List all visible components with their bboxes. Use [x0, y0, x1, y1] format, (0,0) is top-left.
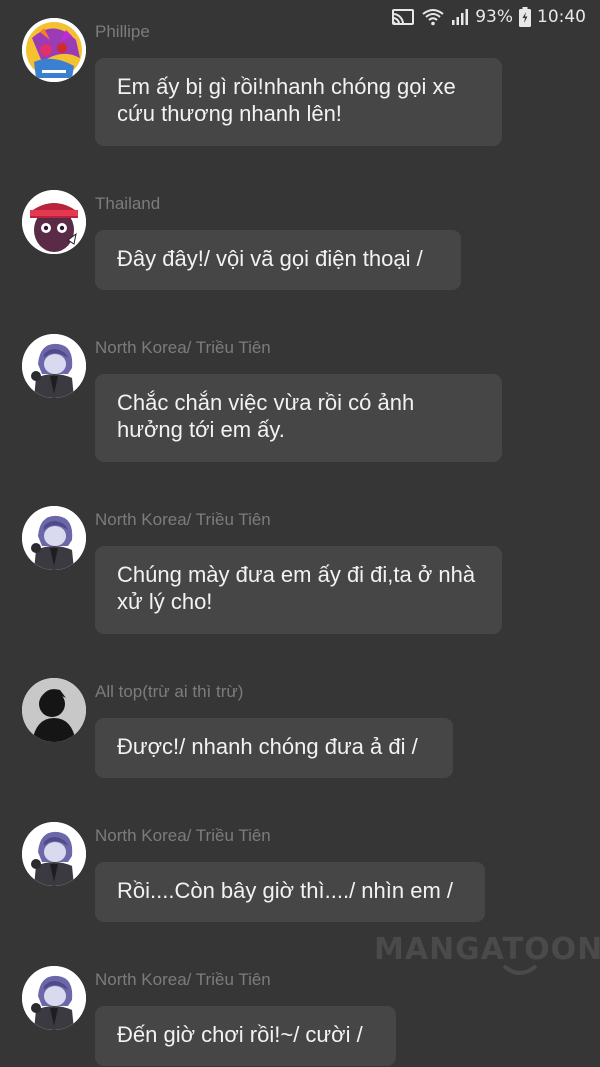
clock: 10:40: [537, 7, 586, 27]
battery-icon: [519, 7, 531, 27]
north-korea-avatar[interactable]: [22, 506, 86, 570]
message-bubble: Em ấy bị gì rồi!nhanh chóng gọi xe cứu t…: [95, 58, 502, 146]
signal-icon: [451, 8, 469, 26]
battery-percent: 93%: [475, 7, 513, 27]
message-bubble: Chắc chắn việc vừa rồi có ảnh hưởng tới …: [95, 374, 502, 462]
north-korea-avatar[interactable]: [22, 334, 86, 398]
phillipe-avatar[interactable]: [22, 18, 86, 82]
sender-name: All top(trừ ai thì trừ): [95, 682, 244, 701]
message-bubble: Được!/ nhanh chóng đưa ả đi /: [95, 718, 453, 778]
wifi-icon: [421, 8, 445, 26]
sender-name: Thailand: [95, 194, 161, 213]
watermark-smile-icon: [502, 964, 538, 975]
sender-name: North Korea/ Triều Tiên: [95, 338, 271, 357]
sender-name: North Korea/ Triều Tiên: [95, 826, 271, 845]
sender-name: North Korea/ Triều Tiên: [95, 510, 271, 529]
mangatoon-watermark: MANGATOON: [374, 932, 600, 967]
message-bubble: Chúng mày đưa em ấy đi đi,ta ở nhà xử lý…: [95, 546, 502, 634]
message-bubble: Rồi....Còn bây giờ thì..../ nhìn em /: [95, 862, 485, 922]
status-bar: 93% 10:40: [0, 0, 600, 36]
north-korea-avatar[interactable]: [22, 822, 86, 886]
sender-name: North Korea/ Triều Tiên: [95, 970, 271, 989]
silhouette-avatar[interactable]: [22, 678, 86, 742]
north-korea-avatar[interactable]: [22, 966, 86, 1030]
screen-mirror-icon: [391, 8, 415, 26]
message-bubble: Đây đây!/ vội vã gọi điện thoại /: [95, 230, 461, 290]
sender-name: Phillipe: [95, 22, 150, 41]
message-bubble: Đến giờ chơi rồi!~/ cười /: [95, 1006, 396, 1066]
status-right: 93% 10:40: [391, 7, 586, 27]
thailand-avatar[interactable]: [22, 190, 86, 254]
